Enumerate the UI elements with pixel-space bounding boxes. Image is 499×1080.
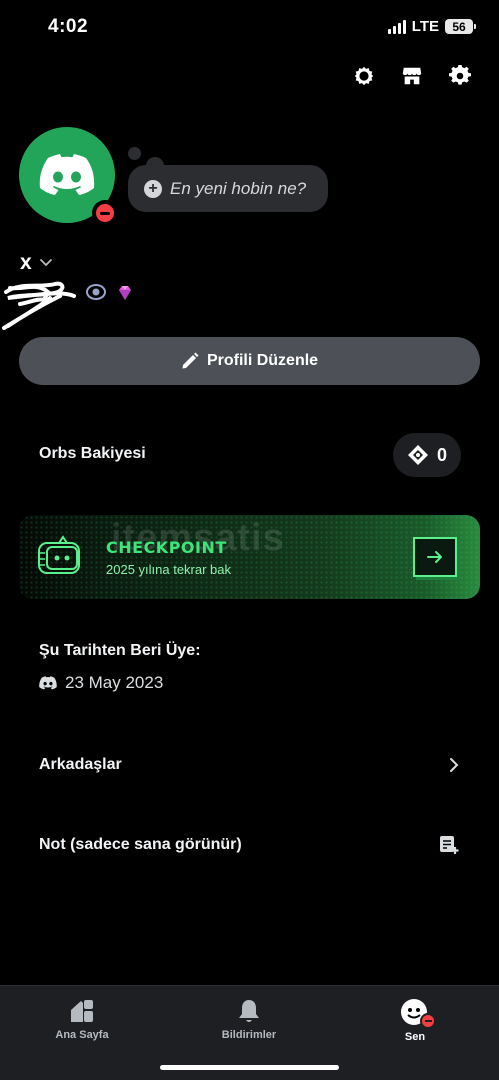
tab-notifications[interactable]: Bildirimler [189, 998, 309, 1041]
home-indicator [160, 1065, 339, 1070]
status-bar: 4:02 LTE 56 [0, 0, 499, 56]
battery-icon: 56 [445, 19, 476, 34]
bell-icon [239, 1000, 259, 1022]
dnd-status-icon [420, 1013, 436, 1029]
friends-row[interactable]: Arkadaşlar [39, 756, 459, 774]
gem-badge-icon [119, 286, 131, 300]
gear-icon[interactable] [449, 65, 471, 87]
chevron-down-icon [39, 259, 52, 267]
note-row[interactable]: Not (sadece sana görünür) [39, 835, 459, 855]
home-icon [71, 1000, 93, 1022]
member-since-date: 23 May 2023 [65, 673, 164, 692]
tab-label: Ana Sayfa [55, 1029, 109, 1041]
network-label: LTE [411, 18, 439, 35]
dnd-status-icon [92, 200, 118, 226]
discord-logo-icon [39, 154, 95, 195]
hypesquad-badge-icon [86, 284, 106, 300]
bubble-dot [128, 147, 141, 160]
edit-profile-button[interactable]: Profili Düzenle [19, 337, 480, 385]
username: x [20, 251, 32, 274]
friends-label: Arkadaşlar [39, 756, 122, 773]
edit-profile-label: Profili Düzenle [206, 352, 319, 369]
tab-label: Sen [404, 1031, 426, 1043]
chevron-right-icon [450, 758, 459, 772]
account-switcher[interactable]: x [20, 251, 52, 275]
signal-icon [387, 19, 406, 34]
pencil-icon [182, 352, 199, 369]
plus-icon: + [144, 179, 162, 198]
orbs-label: Orbs Bakiyesi [39, 445, 146, 462]
shop-icon[interactable] [401, 65, 423, 87]
game-console-icon [38, 535, 80, 574]
checkpoint-subtitle: 2025 yılına tekrar bak [106, 562, 232, 577]
tab-label: Bildirimler [221, 1029, 277, 1041]
avatar-icon [400, 998, 436, 1029]
arrow-right-icon [427, 551, 442, 563]
note-add-icon[interactable] [439, 835, 459, 855]
orbs-balance-button[interactable]: 0 [393, 433, 461, 477]
orbs-value: 0 [436, 444, 447, 465]
status-placeholder: En yeni hobin ne? [170, 178, 307, 198]
custom-status-button[interactable]: + En yeni hobin ne? [128, 165, 328, 212]
tab-you[interactable]: Sen [355, 998, 475, 1043]
discord-icon [39, 676, 57, 690]
note-label: Not (sadece sana görünür) [39, 836, 242, 853]
status-time: 4:02 [48, 16, 89, 37]
orb-icon [407, 445, 428, 465]
checkpoint-arrow-button[interactable] [413, 537, 457, 577]
member-since-row: 23 May 2023 [39, 673, 163, 693]
member-since-label: Şu Tarihten Beri Üye: [39, 642, 201, 659]
status-indicators: LTE 56 [387, 18, 476, 35]
nitro-icon[interactable] [353, 65, 375, 87]
checkpoint-title: CHECKPOINT [106, 538, 227, 557]
profile-toolbar [353, 65, 471, 87]
checkpoint-banner[interactable]: itemsatis CHECKPOINT 2025 yılına tekrar … [19, 515, 480, 599]
tab-home[interactable]: Ana Sayfa [22, 998, 142, 1041]
